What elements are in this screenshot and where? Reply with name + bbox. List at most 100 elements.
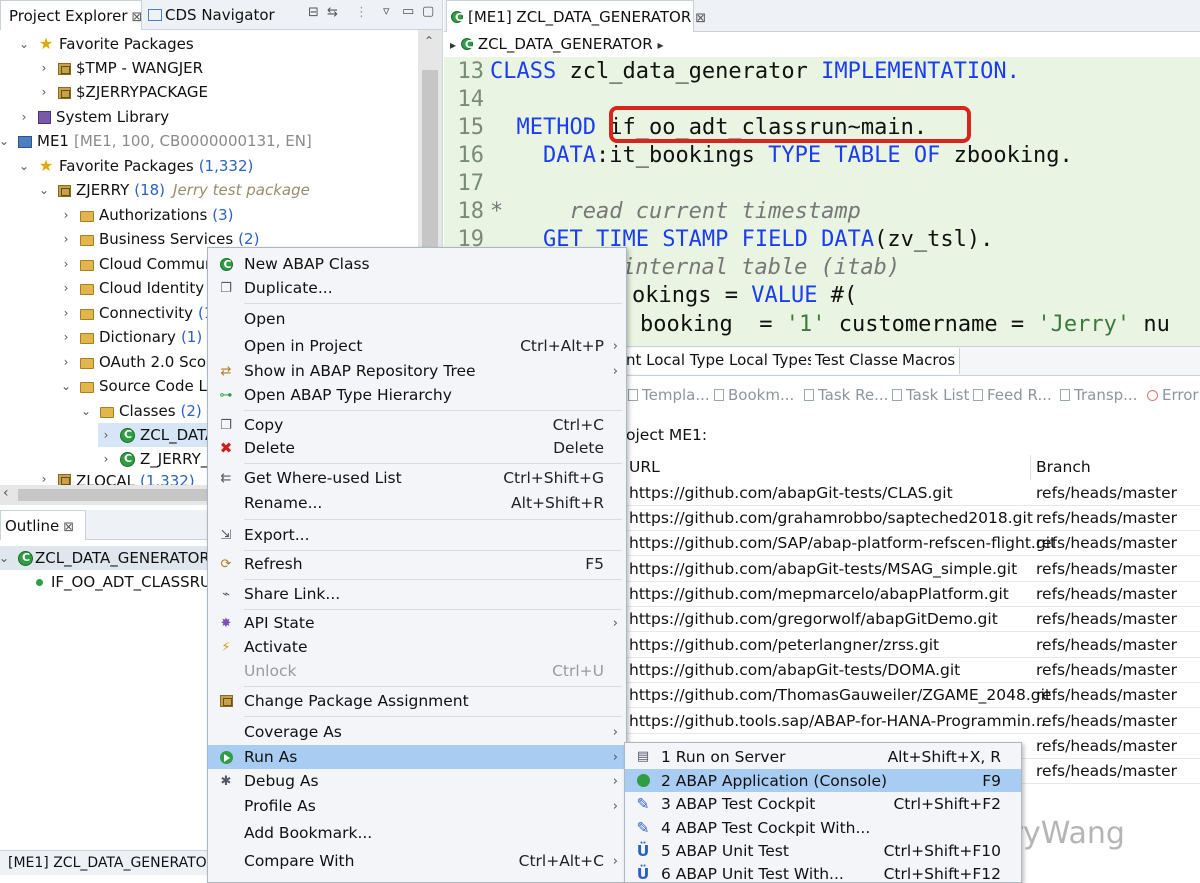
menu-item-api-state[interactable]: ✸ API State › — [208, 611, 626, 635]
menu-item-refresh[interactable]: ⟳ Refresh F5 — [208, 552, 626, 576]
table-row[interactable]: https://github.com/abapGit-tests/CLAS.gi… — [626, 481, 1200, 506]
tab-task-list[interactable]: Task List — [892, 386, 969, 404]
chevron-right-icon[interactable]: › — [58, 281, 74, 295]
tree-item-connectivity[interactable]: ›Connectivity(1) — [58, 301, 220, 325]
menu-item-profile-as[interactable]: Profile As › — [208, 794, 626, 818]
submenu-item-abap-test-cockpit-with[interactable]: ✎ 4 ABAP Test Cockpit With... — [625, 816, 1021, 839]
chevron-right-icon[interactable]: › — [98, 452, 114, 466]
table-row[interactable]: https://github.com/grahamrobbo/sapteched… — [626, 506, 1200, 531]
close-icon[interactable]: ⊠ — [132, 10, 143, 25]
tab-feed-reader[interactable]: Feed R... — [973, 386, 1052, 404]
tab-templates[interactable]: Templa... — [628, 386, 710, 404]
menu-item-add-bookmark[interactable]: Add Bookmark... — [208, 821, 626, 845]
submenu-item-abap-unit-test[interactable]: Ü5 ABAP Unit Test Ctrl+Shift+F10 — [625, 839, 1021, 862]
table-row[interactable]: https://github.tools.sap/ABAP-for-HANA-P… — [626, 709, 1200, 734]
menu-item-unlock[interactable]: Unlock Ctrl+U — [208, 659, 626, 683]
menu-item-open-in-project[interactable]: Open in Project Ctrl+Alt+P › — [208, 334, 626, 358]
tab-test-classes[interactable]: Test Classes — [811, 348, 911, 374]
menu-item-open-type-hierarchy[interactable]: ⊶ Open ABAP Type Hierarchy — [208, 383, 626, 407]
view-menu-icon[interactable]: ▿ — [383, 4, 390, 19]
tree-item-system-library[interactable]: › System Library — [16, 105, 170, 129]
table-row[interactable]: https://github.com/peterlangner/zrss.git… — [626, 633, 1200, 658]
chevron-right-icon[interactable]: › — [58, 257, 74, 271]
chevron-right-icon[interactable]: › — [98, 428, 114, 442]
tab-cds-navigator[interactable]: CDS Navigator — [144, 0, 304, 30]
minimize-icon[interactable]: ▭ — [402, 4, 414, 19]
tab-local-types[interactable]: Local Types — [725, 348, 820, 374]
menu-item-run-as[interactable]: Run As › — [208, 745, 626, 769]
tree-item-me1-favorite-packages[interactable]: ⌄ ★ Favorite Packages (1,332) — [16, 154, 253, 178]
submenu-item-abap-application-console[interactable]: 2 ABAP Application (Console) F9 — [625, 769, 1021, 792]
scrollbar-thumb[interactable] — [18, 489, 208, 501]
table-row[interactable]: https://github.com/gregorwolf/abapGitDem… — [626, 607, 1200, 632]
menu-item-show-in-repo-tree[interactable]: ⇄ Show in ABAP Repository Tree › — [208, 359, 626, 383]
chevron-right-icon[interactable]: › — [16, 110, 32, 124]
table-row[interactable]: https://github.com/abapGit-tests/DOMA.gi… — [626, 658, 1200, 683]
menu-item-delete[interactable]: ✖ Delete Delete — [208, 436, 626, 460]
menu-item-activate[interactable]: ⚡ Activate — [208, 635, 626, 659]
tree-item-favorite-packages[interactable]: ⌄ ★ Favorite Packages — [16, 32, 194, 56]
chevron-down-icon[interactable]: ⌄ — [78, 404, 94, 418]
outline-item-class[interactable]: ⌄ZCL_DATA_GENERATOR — [0, 546, 216, 570]
chevron-right-icon[interactable]: › — [58, 208, 74, 222]
close-icon[interactable]: ⊠ — [695, 11, 706, 26]
maximize-icon[interactable]: ▢ — [422, 4, 434, 19]
tree-item-cloud-communication[interactable]: › Cloud Commun — [58, 252, 215, 276]
chevron-right-icon[interactable]: › — [58, 232, 74, 246]
breadcrumb[interactable]: ▸ ZCL_DATA_GENERATOR ▸ — [450, 35, 663, 53]
tab-error-log[interactable]: Error — [1147, 386, 1199, 404]
menu-item-rename[interactable]: Rename... Alt+Shift+R — [208, 491, 626, 515]
chevron-right-icon[interactable]: › — [36, 472, 52, 486]
tree-item-authorizations[interactable]: › Authorizations (3) — [58, 203, 234, 227]
column-branch[interactable]: Branch — [1036, 458, 1091, 476]
tab-editor-class[interactable]: [ME1] ZCL_DATA_GENERATOR⊠ — [446, 0, 706, 32]
tree-item-dictionary[interactable]: › Dictionary (1) — [58, 325, 203, 349]
table-row[interactable]: https://github.com/ThomasGauweiler/ZGAME… — [626, 683, 1200, 708]
menu-item-share-link[interactable]: ⌁ Share Link... — [208, 582, 626, 606]
filter-icon[interactable]: ⋮ — [355, 5, 368, 20]
tree-item-zcl-data-generator[interactable]: ›ZCL_DATA — [98, 423, 220, 447]
menu-item-open[interactable]: Open — [208, 307, 626, 331]
column-url[interactable]: URL — [629, 458, 660, 476]
menu-item-debug-as[interactable]: ✱ Debug As › — [208, 769, 626, 793]
tab-transport[interactable]: Transp... — [1060, 386, 1137, 404]
chevron-right-icon[interactable]: › — [58, 330, 74, 344]
tree-item-oauth-scopes[interactable]: › OAuth 2.0 Scop — [58, 350, 216, 374]
tab-macros[interactable]: Macros — [898, 348, 961, 374]
tab-local-types-defs[interactable]: nt Local Types — [626, 348, 738, 374]
table-row[interactable]: https://github.com/mepmarcelo/abapPlatfo… — [626, 582, 1200, 607]
tab-bookmarks[interactable]: Bookm... — [714, 386, 794, 404]
menu-item-change-package[interactable]: Change Package Assignment — [208, 689, 626, 713]
tree-item-me1[interactable]: ⌄ ME1 [ME1, 100, CB0000000131, EN] — [0, 129, 312, 153]
close-icon[interactable]: ⊠ — [63, 520, 74, 535]
chevron-down-icon[interactable]: ⌄ — [0, 551, 12, 565]
chevron-right-icon[interactable]: › — [58, 355, 74, 369]
chevron-right-icon[interactable]: › — [36, 85, 52, 99]
tree-item-source-code-library[interactable]: ⌄ Source Code Lib — [58, 374, 221, 398]
chevron-down-icon[interactable]: ⌄ — [36, 183, 52, 197]
tree-item-zjerrypackage[interactable]: › $ZJERRYPACKAGE — [36, 80, 208, 104]
tree-item-classes[interactable]: ⌄ Classes (2) — [78, 399, 202, 423]
menu-item-duplicate[interactable]: ❐ Duplicate... — [208, 276, 626, 300]
tree-item-z-jerry-test[interactable]: ›Z_JERRY_T — [98, 447, 218, 471]
menu-item-new-abap-class[interactable]: New ABAP Class — [208, 252, 626, 276]
tree-item-zjerry[interactable]: ⌄ ZJERRY (18) Jerry test package — [36, 178, 310, 202]
tree-item-cloud-identity[interactable]: › Cloud Identity a — [58, 276, 218, 300]
table-row[interactable]: https://github.com/SAP/abap-platform-ref… — [626, 531, 1200, 556]
tab-project-explorer[interactable]: Project Explorer ⊠ — [0, 0, 142, 30]
chevron-down-icon[interactable]: ⌄ — [58, 379, 74, 393]
chevron-down-icon[interactable]: ⌄ — [16, 159, 32, 173]
collapse-all-icon[interactable]: ⊟ — [308, 5, 319, 20]
submenu-item-abap-unit-test-with[interactable]: Ü6 ABAP Unit Test With... Ctrl+Shift+F12 — [625, 862, 1021, 883]
submenu-item-abap-test-cockpit[interactable]: ✎ 3 ABAP Test Cockpit Ctrl+Shift+F2 — [625, 792, 1021, 815]
menu-item-compare-with[interactable]: Compare With Ctrl+Alt+C › — [208, 849, 626, 873]
chevron-right-icon[interactable]: › — [36, 61, 52, 75]
chevron-right-icon[interactable]: › — [58, 306, 74, 320]
submenu-item-run-on-server[interactable]: ▤ 1 Run on Server Alt+Shift+X, R — [625, 745, 1021, 768]
scroll-up-icon[interactable]: ⌃ — [424, 34, 434, 48]
chevron-down-icon[interactable]: ⌄ — [0, 134, 12, 148]
table-row[interactable]: https://github.com/abapGit-tests/MSAG_si… — [626, 557, 1200, 582]
menu-item-where-used-list[interactable]: ⇇ Get Where-used List Ctrl+Shift+G — [208, 466, 626, 490]
scroll-left-icon[interactable]: ‹ — [3, 485, 9, 501]
menu-item-coverage-as[interactable]: Coverage As › — [208, 720, 626, 744]
